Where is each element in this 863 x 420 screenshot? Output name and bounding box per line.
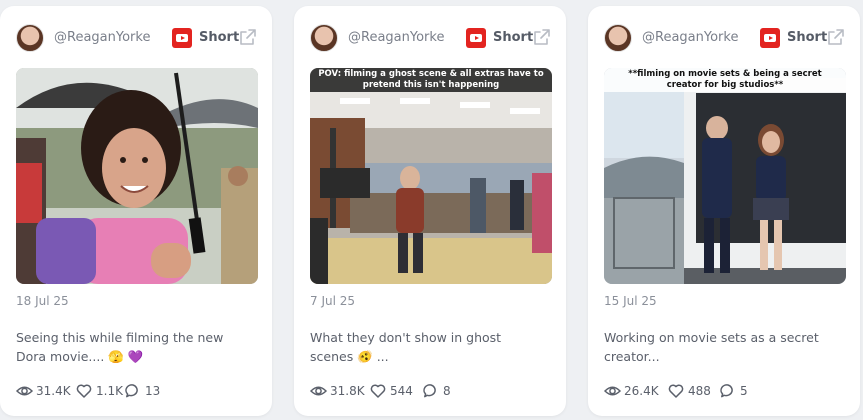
post-date: 15 Jul 25 bbox=[604, 294, 657, 308]
comments-count: 13 bbox=[145, 384, 161, 398]
comment-icon bbox=[125, 384, 138, 398]
card-header: @ReaganYorke Short bbox=[16, 24, 256, 52]
avatar[interactable] bbox=[604, 24, 632, 52]
post-type-label: Short bbox=[493, 30, 534, 45]
video-thumbnail[interactable] bbox=[16, 68, 258, 284]
post-caption: Working on movie sets as a secret creato… bbox=[604, 330, 819, 364]
views-count: 26.4K bbox=[624, 384, 659, 398]
creator-handle[interactable]: @ReaganYorke bbox=[54, 30, 150, 45]
thumbnail-image bbox=[16, 68, 258, 284]
comment-icon bbox=[423, 384, 436, 398]
avatar[interactable] bbox=[16, 24, 44, 52]
video-thumbnail[interactable]: POV: filming a ghost scene & all extras … bbox=[310, 68, 552, 284]
card-header: @ReaganYorke Short bbox=[310, 24, 550, 52]
heart-icon bbox=[370, 384, 386, 398]
avatar[interactable] bbox=[310, 24, 338, 52]
thumbnail-image bbox=[604, 68, 846, 284]
views-count: 31.8K bbox=[330, 384, 365, 398]
post-type-label: Short bbox=[199, 30, 240, 45]
thumbnail-overlay-text: POV: filming a ghost scene & all extras … bbox=[310, 68, 552, 92]
comments-count: 8 bbox=[443, 384, 451, 398]
post-type-label: Short bbox=[787, 30, 828, 45]
post-caption: Seeing this while filming the new Dora m… bbox=[16, 330, 224, 364]
post-date: 18 Jul 25 bbox=[16, 294, 69, 308]
thumbnail-image bbox=[310, 68, 552, 284]
youtube-icon bbox=[760, 28, 780, 48]
creator-handle[interactable]: @ReaganYorke bbox=[642, 30, 738, 45]
post-caption: What they don't show in ghost scenes 🫨 .… bbox=[310, 330, 502, 364]
likes-count: 488 bbox=[688, 384, 711, 398]
creator-handle[interactable]: @ReaganYorke bbox=[348, 30, 444, 45]
post-date: 7 Jul 25 bbox=[310, 294, 356, 308]
video-thumbnail[interactable]: **filming on movie sets & being a secret… bbox=[604, 68, 846, 284]
post-card[interactable]: @ReaganYorke Short **filming on movie se… bbox=[588, 6, 860, 416]
card-header: @ReaganYorke Short bbox=[604, 24, 844, 52]
comments-count: 5 bbox=[740, 384, 748, 398]
external-link-icon[interactable] bbox=[826, 27, 846, 47]
likes-count: 544 bbox=[390, 384, 413, 398]
post-card[interactable]: @ReaganYorke Short POV: filming a ghost … bbox=[294, 6, 566, 416]
comment-icon bbox=[720, 384, 733, 398]
eye-icon bbox=[310, 386, 327, 396]
likes-count: 1.1K bbox=[96, 384, 123, 398]
heart-icon bbox=[668, 384, 684, 398]
youtube-icon bbox=[466, 28, 486, 48]
external-link-icon[interactable] bbox=[532, 27, 552, 47]
eye-icon bbox=[604, 386, 621, 396]
post-card[interactable]: @ReaganYorke Short 18 Jul 25 Seeing this… bbox=[0, 6, 272, 416]
eye-icon bbox=[16, 386, 33, 396]
heart-icon bbox=[76, 384, 92, 398]
youtube-icon bbox=[172, 28, 192, 48]
external-link-icon[interactable] bbox=[238, 27, 258, 47]
thumbnail-overlay-text: **filming on movie sets & being a secret… bbox=[604, 68, 846, 92]
views-count: 31.4K bbox=[36, 384, 71, 398]
